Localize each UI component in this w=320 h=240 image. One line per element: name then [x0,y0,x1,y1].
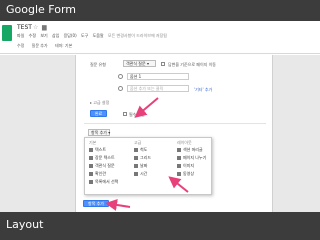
slide-footer: Layout [0,212,320,240]
menu-edit[interactable]: 수정 [29,33,36,38]
menu-help[interactable]: 도움말 [93,33,104,38]
toolbar: 수정 질문 추가 테마: 기본 [17,43,78,49]
star-icon[interactable]: ☆ [33,24,38,31]
menu-responses[interactable]: 응답(0) [64,33,77,38]
arrow-to-layout-items [168,176,189,193]
slide-title: Google Form [6,3,76,16]
document-title[interactable]: TEST [17,24,32,31]
menu-bar: 파일 수정 보기 삽입 응답(0) 도구 도움말 모든 변경사항이 드라이브에 … [17,33,170,39]
menu-file[interactable]: 파일 [17,33,24,38]
arrow-to-add-item [105,199,131,211]
menu-insert[interactable]: 삽입 [52,33,59,38]
save-status: 모든 변경사항이 드라이브에 저장됨 [107,33,167,38]
forms-logo-icon[interactable] [2,25,12,41]
slide-header: Google Form [0,0,320,21]
menu-tools[interactable]: 도구 [81,33,88,38]
menu-view[interactable]: 보기 [40,33,47,38]
annotation-arrows [105,97,189,211]
folder-icon[interactable]: ▆ [42,24,47,31]
toolbar-add-question[interactable]: 질문 추가 [32,43,48,48]
toolbar-theme[interactable]: 테마: 기본 [55,43,72,48]
form-canvas: 질문 유형 객관식 질문 ▾ 답변을 기준으로 페이지 이동 옵션 1 옵션 추… [0,55,320,212]
forms-app-bar: TEST ☆ ▆ 파일 수정 보기 삽입 응답(0) 도구 도움말 모든 변경사… [0,21,320,54]
arrow-to-required [134,97,159,118]
toolbar-edit[interactable]: 수정 [17,43,24,48]
slide-footer-title: Layout [6,218,44,231]
